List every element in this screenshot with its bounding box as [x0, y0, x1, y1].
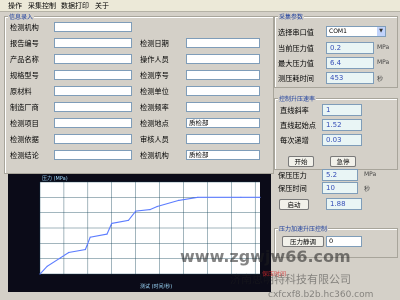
field-input-r7[interactable]: 质检部 — [186, 150, 260, 160]
collect-value-0: 0.2 — [326, 42, 374, 54]
field-input-r1[interactable] — [186, 54, 260, 64]
hold-label-0: 保压压力 — [278, 171, 307, 180]
collect-label-0: 当前压力值 — [278, 44, 314, 53]
rate-value-2[interactable]: 0.03 — [322, 134, 362, 146]
watermark: www.zgwjw66.com 济南思明特科技有限公司 cxfcxf8.b2b.… — [180, 247, 373, 300]
collect-group-title: 采集参数 — [278, 12, 305, 21]
field-input-5[interactable] — [54, 102, 132, 112]
collect-value-2: 453 — [326, 72, 374, 84]
field-input-1[interactable] — [54, 38, 132, 48]
collect-unit-0: MPa — [377, 44, 390, 51]
menu-operate[interactable]: 操作 — [8, 1, 22, 11]
collect-label-1: 最大压力值 — [278, 59, 314, 68]
collect-label-2: 测压耗时间 — [278, 74, 314, 83]
hold-start-button[interactable]: 启动 — [279, 199, 309, 210]
chart-x-axis-label: 测试 (时间/秒) — [140, 283, 172, 290]
watermark-company: 济南思明特科技有限公司 — [230, 272, 351, 286]
field-label-r7: 检测机构 — [140, 151, 169, 160]
emergency-stop-button[interactable]: 急停 — [330, 156, 356, 167]
field-label-r1: 操作人员 — [140, 55, 169, 64]
field-input-r3[interactable] — [186, 86, 260, 96]
field-input-3[interactable] — [54, 70, 132, 80]
field-input-r5[interactable]: 质检部 — [186, 118, 260, 128]
menu-about[interactable]: 关于 — [95, 1, 109, 11]
chart-title: 压力 (MPa) — [42, 175, 68, 182]
watermark-url: cxfcxf8.b2b.hc360.com — [268, 290, 373, 300]
field-input-4[interactable] — [54, 86, 132, 96]
field-input-8[interactable] — [54, 150, 132, 160]
port-select[interactable]: COM1 ▼ — [326, 26, 386, 37]
rate-label-2: 每次递增 — [280, 136, 309, 145]
rate-label-0: 直线斜率 — [280, 106, 309, 115]
field-input-7[interactable] — [54, 134, 132, 144]
menu-data-print[interactable]: 数据打印 — [61, 1, 89, 11]
hold-value-1[interactable]: 10 — [322, 182, 358, 194]
field-label-0: 检测机构 — [10, 23, 39, 32]
rate-value-0[interactable]: 1 — [322, 104, 362, 116]
rate-group-title: 控制升压速率 — [278, 94, 317, 103]
menu-collect-control[interactable]: 采集控制 — [28, 1, 56, 11]
rate-value-1[interactable]: 1.52 — [322, 119, 362, 131]
collect-value-1: 6.4 — [326, 57, 374, 69]
watermark-stamp: 保压时间 — [262, 270, 286, 278]
start-button[interactable]: 开始 — [288, 156, 314, 167]
field-label-r2: 检测序号 — [140, 71, 169, 80]
field-input-6[interactable] — [54, 118, 132, 128]
hold-value-0[interactable]: 5.2 — [322, 169, 358, 181]
field-label-r3: 检测单位 — [140, 87, 169, 96]
field-label-r4: 检测频率 — [140, 103, 169, 112]
field-input-2[interactable] — [54, 54, 132, 64]
field-label-r5: 检测地点 — [140, 119, 169, 128]
field-input-0[interactable] — [54, 22, 132, 32]
hold-unit-1: 秒 — [364, 186, 371, 193]
hold-start-value: 1.88 — [326, 198, 362, 210]
field-label-6: 检测项目 — [10, 119, 39, 128]
field-input-r6[interactable] — [186, 134, 260, 144]
port-label: 选择串口值 — [278, 28, 314, 37]
field-input-r4[interactable] — [186, 102, 260, 112]
field-input-r2[interactable] — [186, 70, 260, 80]
hold-unit-0: MPa — [364, 171, 377, 178]
release-group-title: 压力加速升压控制 — [278, 224, 329, 233]
field-label-4: 原材料 — [10, 87, 32, 96]
rate-label-1: 直线起始点 — [280, 121, 316, 130]
field-label-3: 规格型号 — [10, 71, 39, 80]
field-label-2: 产品名称 — [10, 55, 39, 64]
field-label-7: 检测依据 — [10, 135, 39, 144]
field-label-r0: 检测日期 — [140, 39, 169, 48]
chevron-down-icon[interactable]: ▼ — [377, 27, 385, 36]
field-label-1: 报告编号 — [10, 39, 39, 48]
field-input-r0[interactable] — [186, 38, 260, 48]
watermark-domain: www.zgwjw66.com — [180, 247, 351, 266]
hold-label-1: 保压时间 — [278, 184, 307, 193]
port-select-value: COM1 — [329, 28, 347, 35]
field-label-5: 制造厂商 — [10, 103, 39, 112]
collect-unit-2: 秒 — [377, 76, 384, 83]
menu-bar: 操作 采集控制 数据打印 关于 — [0, 0, 400, 12]
field-label-r6: 审核人员 — [140, 135, 169, 144]
field-label-8: 检测结论 — [10, 151, 39, 160]
collect-unit-1: MPa — [377, 59, 390, 66]
info-group-title: 信息录入 — [8, 12, 35, 21]
